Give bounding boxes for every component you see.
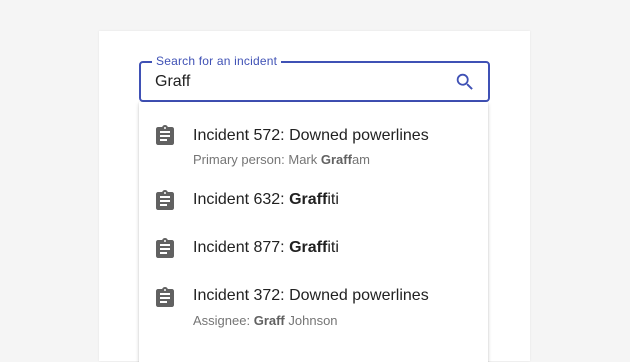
search-field[interactable]: Search for an incident xyxy=(139,54,490,102)
result-title: Incident 632: Graffiti xyxy=(193,191,339,208)
clipboard-icon xyxy=(155,189,175,211)
clipboard-icon xyxy=(155,124,175,146)
clipboard-icon xyxy=(155,237,175,259)
result-item[interactable]: Incident 877: Graffiti xyxy=(139,222,488,270)
result-title: Incident 572: Downed powerlines xyxy=(193,127,429,144)
result-item[interactable]: Incident 372: Downed powerlines Assignee… xyxy=(139,270,488,342)
results-dropdown: Incident 572: Downed powerlines Primary … xyxy=(139,102,488,362)
result-title: Incident 372: Downed powerlines xyxy=(193,287,429,304)
result-item[interactable]: Incident 572: Downed powerlines Primary … xyxy=(139,102,488,174)
search-icon[interactable] xyxy=(454,71,476,93)
search-label: Search for an incident xyxy=(152,54,282,68)
result-title: Incident 877: Graffiti xyxy=(193,239,339,256)
clipboard-icon xyxy=(155,286,175,308)
result-subtitle: Primary person: Mark Graffam xyxy=(193,152,370,167)
result-subtitle: Assignee: Graff Johnson xyxy=(193,313,338,328)
result-item[interactable]: Incident 632: Graffiti xyxy=(139,174,488,222)
search-input[interactable] xyxy=(155,69,425,95)
